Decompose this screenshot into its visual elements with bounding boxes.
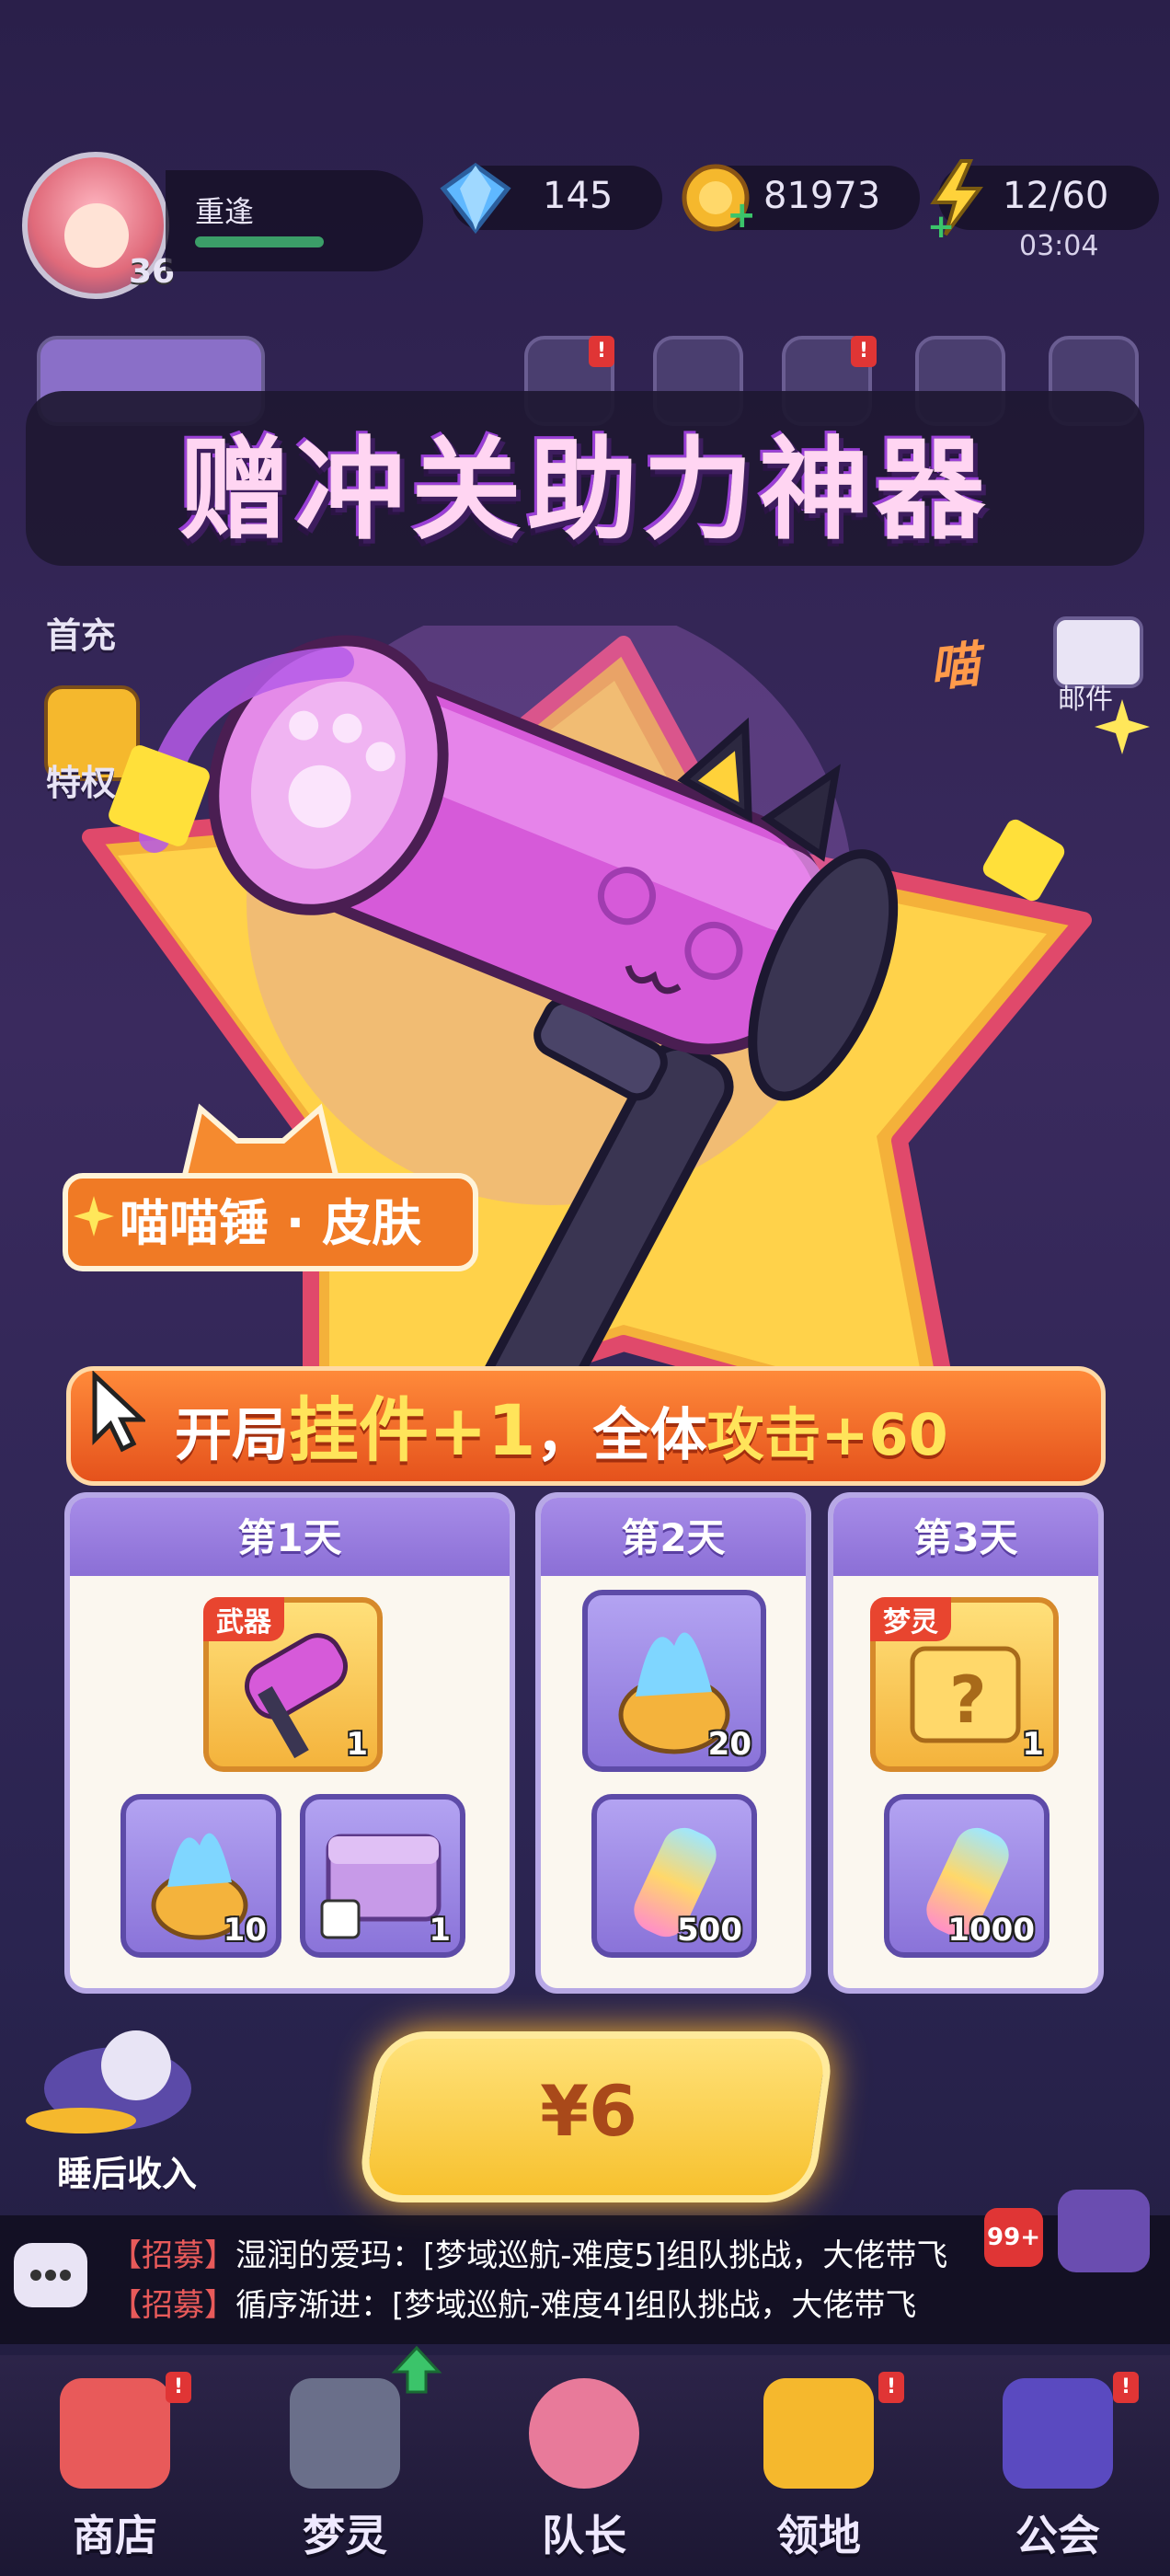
gem-value: 145 <box>543 175 614 217</box>
sparkle-icon <box>1095 699 1150 754</box>
reward-item-bottle[interactable]: 1000 <box>884 1794 1050 1958</box>
notification-dot: ! <box>166 2372 191 2403</box>
sleep-income-icon[interactable] <box>26 2015 210 2134</box>
item-quantity: 500 <box>677 1912 742 1949</box>
energy-timer: 03:04 <box>1019 230 1099 262</box>
day-title: 第1天 <box>237 1515 342 1560</box>
reward-item-chest[interactable]: 1 <box>300 1794 465 1958</box>
captain-avatar-icon <box>529 2378 639 2489</box>
chat-bubble-icon[interactable] <box>14 2243 87 2307</box>
player-name: 重逢 <box>195 194 255 229</box>
reward-item-bottle[interactable]: 500 <box>591 1794 757 1958</box>
notification-dot: ! <box>1113 2372 1139 2403</box>
purchase-price[interactable]: ¥6 <box>368 2070 809 2152</box>
item-quantity: 1 <box>429 1912 451 1949</box>
svg-text:?: ? <box>949 1662 987 1738</box>
upgrade-arrow-icon <box>391 2345 442 2394</box>
svg-text:+: + <box>727 194 752 235</box>
day-title: 第3天 <box>913 1515 1018 1560</box>
nav-captain[interactable]: 队长 <box>483 2364 685 2567</box>
chat-message: 【招募】湿润的爱玛：[梦域巡航-难度5]组队挑战，大佬带飞 <box>110 2237 948 2274</box>
unread-badge: 99+ <box>984 2208 1043 2267</box>
notification-dot: ! <box>851 336 877 367</box>
sleep-income-label[interactable]: 睡后收入 <box>57 2145 197 2196</box>
promo-title: 赠冲关助力神器 <box>179 427 991 555</box>
exp-bar <box>195 236 324 247</box>
lightning-icon: + <box>927 159 983 239</box>
reward-item-flame-pot[interactable]: 10 <box>120 1794 281 1958</box>
chat-message: 【招募】循序渐进：[梦域巡航-难度4]组队挑战，大佬带飞 <box>110 2287 917 2324</box>
wand-icon[interactable] <box>1058 2190 1150 2272</box>
pointer-cursor-icon <box>92 1371 145 1453</box>
item-tag: 武器 <box>203 1597 284 1641</box>
day-card-2[interactable]: 第2天 20 500 <box>535 1492 811 1994</box>
reward-item-flame-pot[interactable]: 20 <box>582 1590 766 1772</box>
coin-icon: + <box>682 164 752 235</box>
coin-value: 81973 <box>763 175 881 217</box>
svg-text:+: + <box>927 208 955 239</box>
sparkle-icon <box>74 1196 114 1236</box>
diamond-icon <box>440 162 511 235</box>
item-quantity: 1000 <box>947 1912 1035 1949</box>
item-tag: 梦灵 <box>870 1597 951 1641</box>
territory-icon <box>763 2378 874 2489</box>
energy-value: 12/60 <box>1003 175 1109 217</box>
meow-mark: 喵 <box>926 635 982 698</box>
shop-icon <box>60 2378 170 2489</box>
guild-icon <box>1003 2378 1113 2489</box>
reward-artwork <box>82 626 1092 1453</box>
bonus-text: 开局挂件+1，全体攻击+60 <box>175 1389 948 1471</box>
skin-name: 喵喵锤 · 皮肤 <box>120 1194 422 1252</box>
day-card-3[interactable]: 第3天 ? 梦灵 1 1000 <box>828 1492 1104 1994</box>
notification-dot: ! <box>589 336 614 367</box>
reward-item-mystery-box[interactable]: ? 梦灵 1 <box>870 1597 1059 1772</box>
day-title: 第2天 <box>621 1515 726 1560</box>
day-card-1[interactable]: 第1天 武器 1 10 1 <box>64 1492 515 1994</box>
item-quantity: 20 <box>707 1726 751 1763</box>
robot-icon <box>290 2378 400 2489</box>
reward-item-hammer[interactable]: 武器 1 <box>203 1597 383 1772</box>
item-quantity: 10 <box>223 1912 267 1949</box>
item-quantity: 1 <box>346 1726 368 1763</box>
item-quantity: 1 <box>1022 1726 1044 1763</box>
notification-dot: ! <box>878 2372 904 2403</box>
